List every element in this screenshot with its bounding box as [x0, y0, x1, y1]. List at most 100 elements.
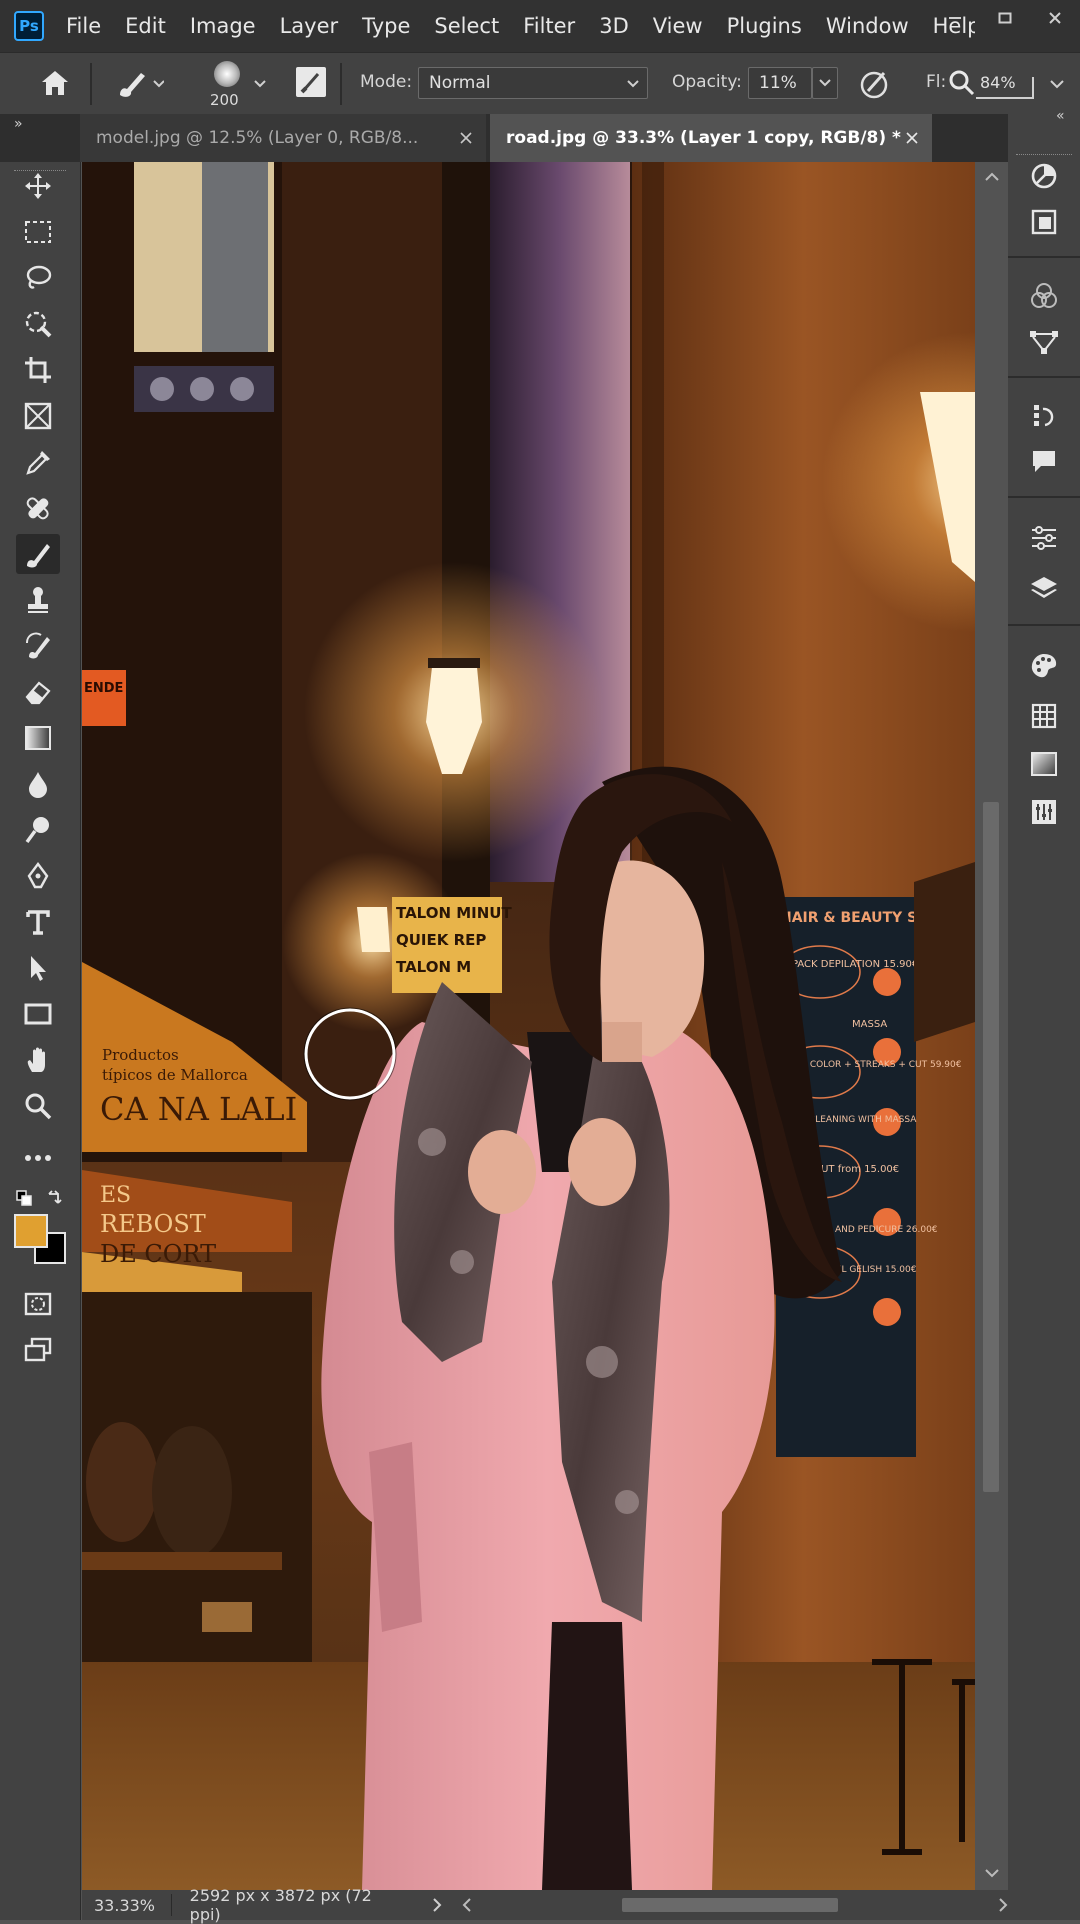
blur-tool[interactable]: [16, 764, 60, 804]
opacity-slider-toggle[interactable]: [812, 67, 838, 99]
vertical-scroll-thumb[interactable]: [983, 802, 999, 1492]
move-tool[interactable]: [16, 166, 60, 206]
tab-road[interactable]: road.jpg @ 33.3% (Layer 1 copy, RGB/8) *: [490, 114, 932, 162]
swatches-panel-button[interactable]: [1022, 202, 1066, 242]
drop-icon: [29, 772, 47, 798]
styles-panel-button[interactable]: [1022, 646, 1066, 686]
awning-main-text: CA NA LALI: [100, 1090, 297, 1128]
eyedropper-icon: [26, 451, 50, 475]
brush-icon: [120, 73, 165, 97]
zoom-field[interactable]: 84%: [976, 67, 1034, 99]
frame-tool[interactable]: [16, 396, 60, 436]
eyedropper-tool[interactable]: [16, 442, 60, 482]
crop-tool[interactable]: [16, 350, 60, 390]
layers-panel-button[interactable]: [1022, 568, 1066, 608]
mode-value: Normal: [429, 73, 491, 93]
opacity-field[interactable]: 11%: [748, 67, 812, 99]
close-button[interactable]: [1030, 0, 1080, 36]
brush-preset-picker[interactable]: [114, 67, 165, 105]
close-icon[interactable]: [460, 132, 472, 144]
history-panel-button[interactable]: [1022, 396, 1066, 436]
channels-panel-button[interactable]: [1022, 276, 1066, 316]
quick-mask-button[interactable]: [16, 1284, 60, 1324]
scroll-right-icon[interactable]: [998, 1898, 1008, 1912]
dodge-tool[interactable]: [16, 810, 60, 850]
menu-select[interactable]: Select: [434, 14, 499, 38]
dodge-icon: [25, 817, 49, 844]
mode-label: Mode:: [360, 72, 413, 92]
scroll-left-icon[interactable]: [462, 1898, 472, 1912]
swap-colors-button[interactable]: [46, 1188, 64, 1210]
edit-toolbar-button[interactable]: [16, 1138, 60, 1178]
vertical-scrollbar[interactable]: [975, 162, 1008, 1890]
brush-tool[interactable]: [16, 534, 60, 574]
status-zoom[interactable]: 33.33%: [94, 1896, 171, 1915]
zoom-tool[interactable]: [16, 1086, 60, 1126]
horizontal-scroll-thumb[interactable]: [621, 1898, 839, 1912]
lasso-tool[interactable]: [16, 258, 60, 298]
home-button[interactable]: [38, 67, 72, 103]
brush-size-picker[interactable]: 200: [196, 59, 266, 111]
menu-plugins[interactable]: Plugins: [727, 14, 802, 38]
comments-panel-button[interactable]: [1022, 442, 1066, 482]
menu-view[interactable]: View: [653, 14, 703, 38]
properties-panel-button[interactable]: [1022, 518, 1066, 558]
brush-icon: [27, 544, 50, 568]
chevron-down-icon: [1050, 80, 1064, 89]
path-selection-tool[interactable]: [16, 948, 60, 988]
menu-layer[interactable]: Layer: [280, 14, 339, 38]
rectangle-icon: [24, 1003, 52, 1025]
menu-image[interactable]: Image: [190, 14, 256, 38]
opacity-value: 11%: [759, 73, 797, 93]
minimize-button[interactable]: [930, 0, 980, 36]
clone-stamp-tool[interactable]: [16, 580, 60, 620]
channels-icon: [1031, 283, 1057, 308]
menu-edit[interactable]: Edit: [125, 14, 166, 38]
color-panel-button[interactable]: [1022, 156, 1066, 196]
gradient-tool[interactable]: [16, 718, 60, 758]
sign-rebost-line1: ES: [100, 1183, 131, 1208]
rectangle-tool[interactable]: [16, 994, 60, 1034]
tab-model[interactable]: model.jpg @ 12.5% (Layer 0, RGB/8...: [80, 114, 486, 162]
quick-selection-tool[interactable]: [16, 304, 60, 344]
chevron-down-icon: [627, 80, 639, 88]
status-menu-chevron-icon[interactable]: [432, 1898, 442, 1912]
adjustments-panel-button[interactable]: [1022, 792, 1066, 832]
salon-item-3: PACK COLOR + STREAKS + CUT 59.90€: [784, 1060, 962, 1070]
healing-brush-tool[interactable]: [16, 488, 60, 528]
scroll-up-icon[interactable]: [985, 172, 999, 182]
mode-select[interactable]: Normal: [418, 67, 648, 99]
collapse-toolbar-icon[interactable]: »: [14, 116, 23, 132]
menu-file[interactable]: File: [66, 14, 101, 38]
patterns-panel-button[interactable]: [1022, 696, 1066, 736]
home-icon: [42, 71, 68, 95]
maximize-button[interactable]: [980, 0, 1030, 36]
screen-mode-icon: [24, 1337, 52, 1362]
tab-road-label: road.jpg @ 33.3% (Layer 1 copy, RGB/8) *: [506, 128, 901, 148]
history-brush-tool[interactable]: [16, 626, 60, 666]
hand-icon: [27, 1047, 45, 1072]
pen-tool[interactable]: [16, 856, 60, 896]
chevron-down-icon: [819, 79, 831, 87]
pen-icon: [27, 862, 49, 889]
eraser-tool[interactable]: [16, 672, 60, 712]
brush-settings-button[interactable]: [296, 67, 326, 97]
scroll-down-icon[interactable]: [985, 1868, 999, 1878]
type-tool[interactable]: [16, 902, 60, 942]
foreground-color-swatch[interactable]: [14, 1214, 48, 1248]
document-tabs: » model.jpg @ 12.5% (Layer 0, RGB/8... r…: [0, 114, 1080, 162]
document-canvas[interactable]: ENDE TALON MINUT QUIEK REP TALON M Produ…: [82, 162, 975, 1890]
menu-filter[interactable]: Filter: [523, 14, 575, 38]
menu-3d[interactable]: 3D: [599, 14, 629, 38]
menu-window[interactable]: Window: [826, 14, 909, 38]
expand-panels-icon[interactable]: «: [1056, 108, 1065, 124]
menu-type[interactable]: Type: [362, 14, 410, 38]
default-colors-button[interactable]: [16, 1190, 32, 1210]
pressure-opacity-button[interactable]: [858, 67, 892, 105]
hand-tool[interactable]: [16, 1040, 60, 1080]
close-icon[interactable]: [906, 132, 918, 144]
paths-panel-button[interactable]: [1022, 322, 1066, 362]
marquee-tool[interactable]: [16, 212, 60, 252]
gradients-panel-button[interactable]: [1022, 744, 1066, 784]
screen-mode-button[interactable]: [16, 1330, 60, 1370]
